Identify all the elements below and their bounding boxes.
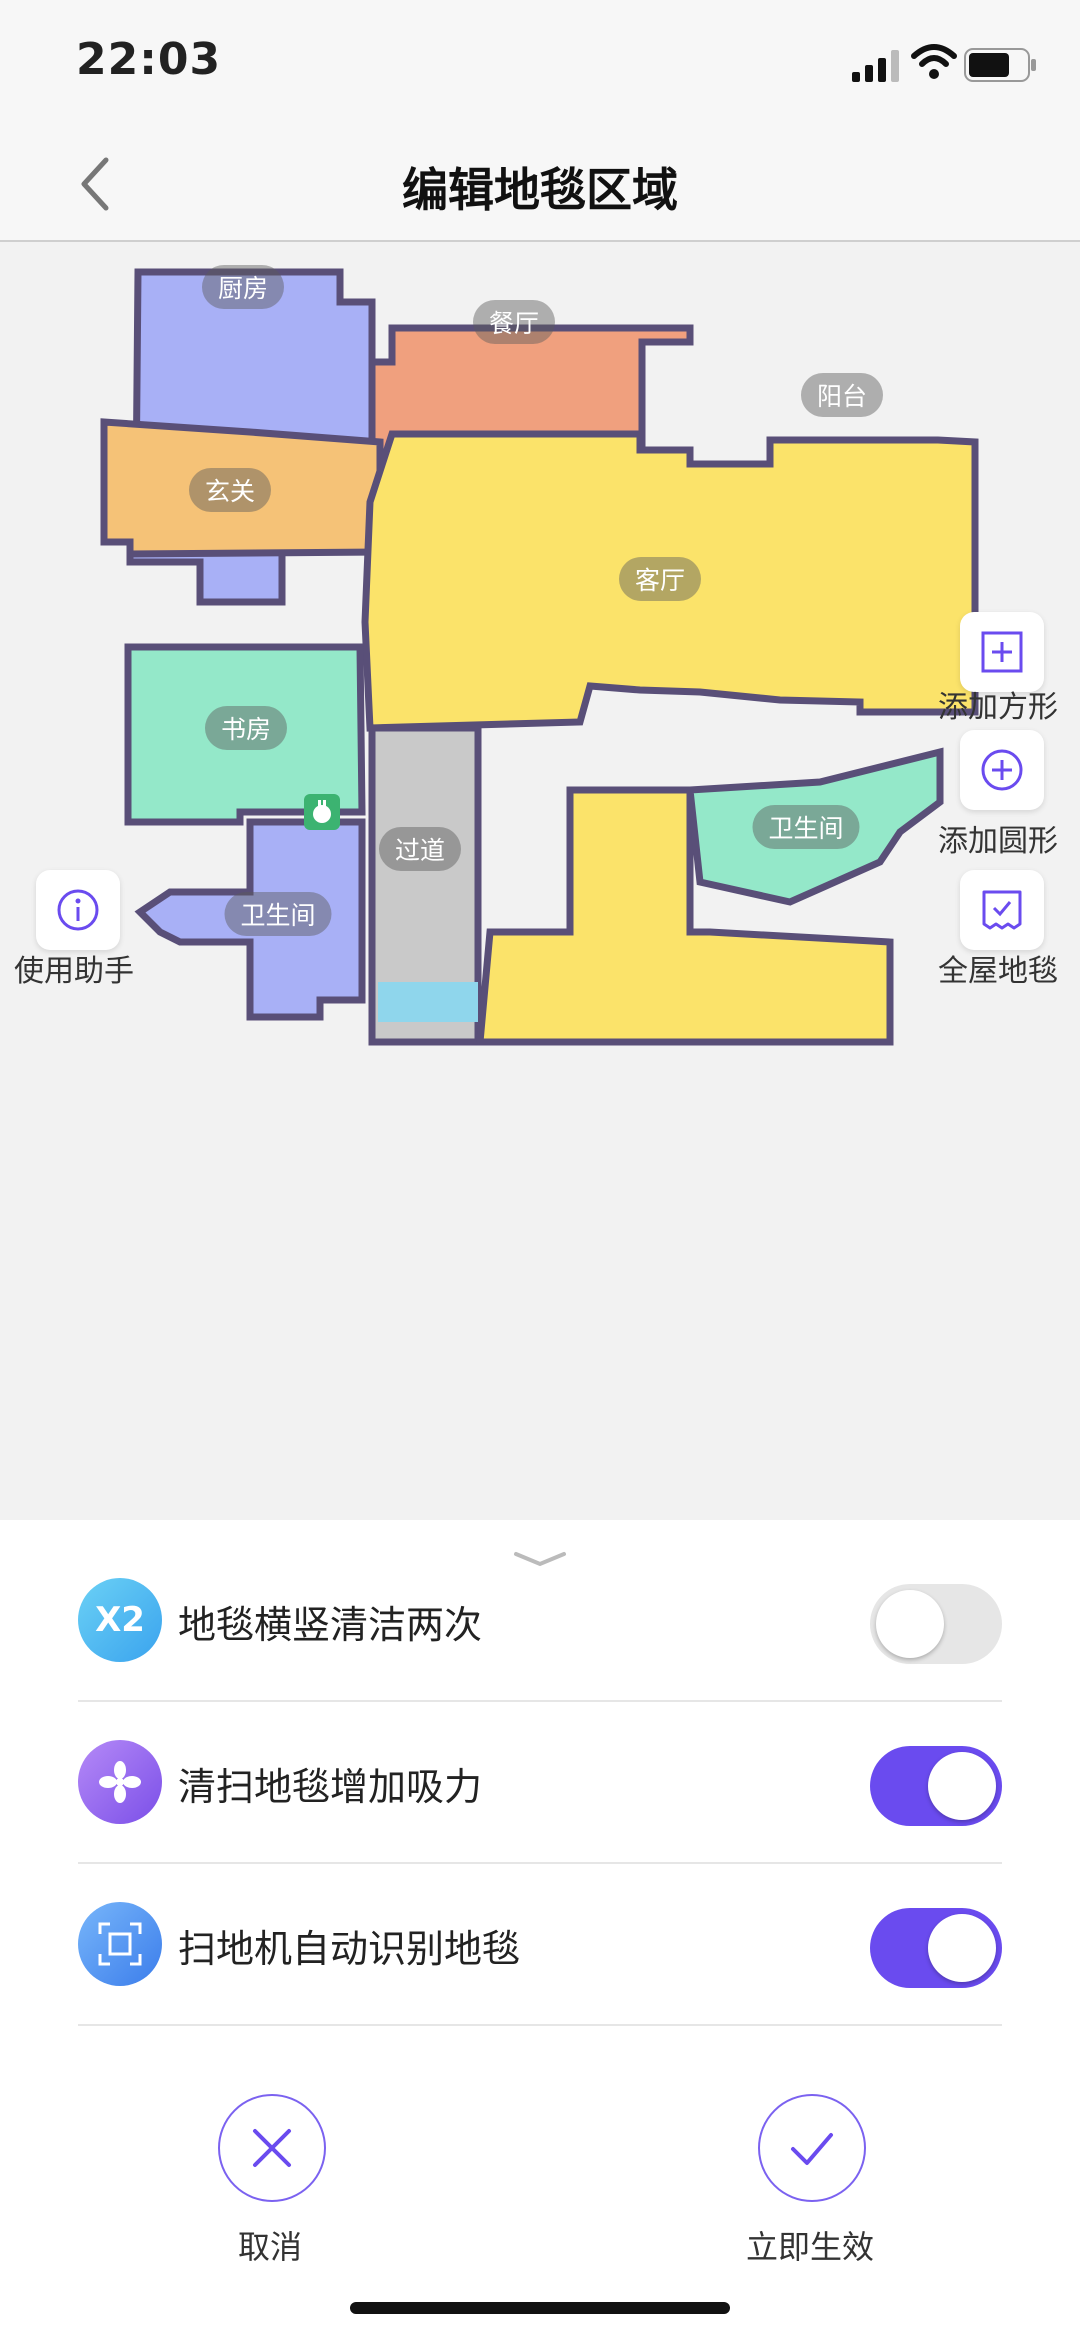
toggle-auto-detect[interactable] bbox=[870, 1908, 1002, 1988]
room-label-study: 书房 bbox=[204, 706, 288, 750]
add-circle-label: 添加圆形 bbox=[938, 824, 1058, 859]
scan-icon bbox=[78, 1902, 162, 1986]
floor-map[interactable]: 厨房 餐厅 阳台 玄关 客厅 书房 过道 卫生间 卫生间 添加方形 添加圆形 全… bbox=[0, 242, 1080, 1520]
room-label-bathroom-right: 卫生间 bbox=[752, 805, 860, 849]
room-label-living: 客厅 bbox=[618, 557, 702, 601]
carpet-icon bbox=[982, 890, 1022, 930]
option-row-double-clean: X2 地毯横竖清洁两次 bbox=[78, 1540, 1002, 1702]
option-label-auto-detect: 扫地机自动识别地毯 bbox=[178, 1927, 521, 1971]
add-circle-button[interactable] bbox=[960, 730, 1044, 810]
info-icon bbox=[57, 889, 99, 931]
page-title: 编辑地毯区域 bbox=[402, 163, 678, 217]
add-square-label: 添加方形 bbox=[938, 690, 1058, 725]
room-label-dining: 餐厅 bbox=[472, 300, 556, 344]
apply-button[interactable] bbox=[758, 2094, 866, 2202]
whole-house-carpet-label: 全屋地毯 bbox=[938, 954, 1058, 989]
cancel-label: 取消 bbox=[237, 2228, 302, 2266]
add-square-button[interactable] bbox=[960, 612, 1044, 692]
battery-icon bbox=[964, 48, 1036, 82]
option-label-boost-suction: 清扫地毯增加吸力 bbox=[178, 1765, 483, 1809]
nav-bar: 编辑地毯区域 bbox=[0, 130, 1080, 242]
toggle-double-clean[interactable] bbox=[870, 1584, 1002, 1664]
add-square-icon bbox=[981, 631, 1023, 673]
x2-icon: X2 bbox=[78, 1578, 162, 1662]
fan-icon bbox=[78, 1740, 162, 1824]
apply-label: 立即生效 bbox=[745, 2228, 874, 2266]
room-label-kitchen: 厨房 bbox=[201, 265, 285, 309]
options-sheet: X2 地毯横竖清洁两次 清扫地毯增加吸力 扫地机自动识别地毯 bbox=[0, 1520, 1080, 2337]
add-circle-icon bbox=[981, 749, 1023, 791]
x2-icon-text: X2 bbox=[95, 1600, 145, 1640]
home-indicator[interactable] bbox=[350, 2302, 730, 2314]
close-icon bbox=[253, 2129, 291, 2167]
cancel-button[interactable] bbox=[218, 2094, 326, 2202]
wifi-icon bbox=[911, 44, 957, 79]
signal-icon bbox=[852, 50, 899, 82]
whole-house-carpet-button[interactable] bbox=[960, 870, 1044, 950]
floor-plan bbox=[100, 268, 979, 1046]
option-row-auto-detect: 扫地机自动识别地毯 bbox=[78, 1864, 1002, 2026]
option-label-double-clean: 地毯横竖清洁两次 bbox=[178, 1603, 483, 1647]
room-label-bathroom-left: 卫生间 bbox=[224, 892, 332, 936]
room-label-entrance: 玄关 bbox=[188, 468, 272, 512]
toggle-boost-suction[interactable] bbox=[870, 1746, 1002, 1826]
charging-dock-icon bbox=[304, 794, 340, 830]
option-row-boost-suction: 清扫地毯增加吸力 bbox=[78, 1702, 1002, 1864]
check-icon bbox=[791, 2133, 833, 2165]
assistant-label: 使用助手 bbox=[14, 954, 134, 989]
room-label-balcony: 阳台 bbox=[800, 373, 884, 417]
room-label-corridor: 过道 bbox=[378, 827, 462, 871]
status-bar: 22:03 bbox=[0, 0, 1080, 130]
assistant-button[interactable] bbox=[36, 870, 120, 950]
status-time: 22:03 bbox=[76, 34, 222, 85]
